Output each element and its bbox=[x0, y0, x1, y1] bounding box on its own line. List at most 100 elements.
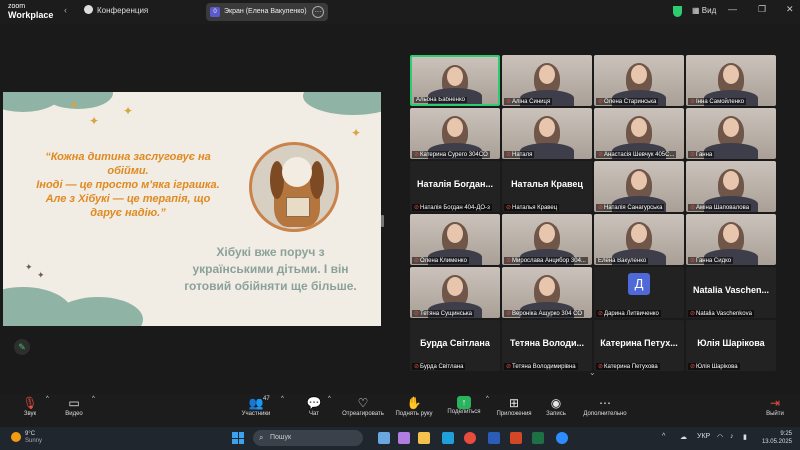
presentation-slide: ✦ ✦ ✦ ✦ ✦ ✦ “Кожна дитина заслуговує на … bbox=[3, 92, 381, 326]
participant-tile[interactable]: Natalia Vaschen... ⊘Natalia Vaschenkova bbox=[686, 267, 776, 318]
participant-tile[interactable]: ⊘Аміна Шаповалова bbox=[686, 161, 776, 212]
view-button[interactable]: ▦ Вид bbox=[692, 6, 716, 15]
participant-tile[interactable]: Бурда Світлана ⊘Бурда Світлана bbox=[410, 320, 500, 371]
participant-tile[interactable]: ⊘Наталя bbox=[502, 108, 592, 159]
star-icon: ✦ bbox=[89, 114, 100, 128]
participant-tile[interactable]: Наталья Кравец ⊘Наталья Кравец bbox=[502, 161, 592, 212]
participant-tile[interactable]: Юлія Шарікова ⊘Юлія Шарікова bbox=[686, 320, 776, 371]
temperature: 9°C bbox=[25, 431, 36, 437]
participants-chevron-icon[interactable]: ^ bbox=[281, 396, 284, 402]
taskbar-search[interactable]: ⌕ Пошук bbox=[253, 430, 363, 446]
chrome-icon[interactable] bbox=[464, 432, 476, 444]
react-button[interactable]: ♡ Отреагировать bbox=[340, 396, 386, 417]
participant-tile[interactable]: ⊘Ганна bbox=[686, 108, 776, 159]
system-clock[interactable]: 9:25 13.05.2025 bbox=[752, 430, 792, 446]
close-button[interactable]: ✕ bbox=[786, 4, 794, 15]
participant-tile[interactable]: ⊘Олена Клименко bbox=[410, 214, 500, 265]
file-explorer-icon[interactable] bbox=[418, 432, 430, 444]
participant-tile[interactable]: Д ⊘Дарина Литвиченко bbox=[594, 267, 684, 318]
resize-handle[interactable] bbox=[381, 215, 384, 227]
powerpoint-icon[interactable] bbox=[510, 432, 522, 444]
cloud-icon[interactable]: ☁ bbox=[680, 433, 687, 441]
participant-tile[interactable]: Катерина Петух... ⊘Катерина Петухова bbox=[594, 320, 684, 371]
participant-tile[interactable]: ⊘Мирослава Анцибор 304... bbox=[502, 214, 592, 265]
video-options-chevron-icon[interactable]: ^ bbox=[92, 396, 95, 402]
gallery-scroll-down-icon[interactable]: ⌄ bbox=[589, 368, 596, 377]
mic-muted-icon: ⊘ bbox=[414, 311, 420, 317]
participant-display-name: Катерина Петух... bbox=[600, 338, 678, 348]
participant-tile[interactable]: ⊘Олена Старинська bbox=[594, 55, 684, 106]
excel-icon[interactable] bbox=[532, 432, 544, 444]
mic-muted-icon: ⊘ bbox=[414, 152, 420, 158]
participant-tile[interactable]: Тетяна Володи... ⊘Тетяна Володимирівна bbox=[502, 320, 592, 371]
zoom-app-icon[interactable] bbox=[556, 432, 568, 444]
share-chevron-icon[interactable]: ^ bbox=[486, 396, 489, 402]
apps-label: Приложения bbox=[496, 411, 532, 417]
participant-tile[interactable]: ⊘Наталія Санагурська bbox=[594, 161, 684, 212]
restore-button[interactable]: ❐ bbox=[758, 4, 766, 15]
word-icon[interactable] bbox=[488, 432, 500, 444]
minimize-button[interactable]: — bbox=[728, 4, 737, 14]
apps-button[interactable]: ⊞ Приложения bbox=[494, 396, 534, 417]
participant-name: Аліна Синиця bbox=[512, 99, 551, 105]
video-feed-face bbox=[539, 277, 555, 296]
wifi-icon[interactable]: ◠ bbox=[717, 433, 723, 441]
participant-tile[interactable]: ⊘Аліна Синиця bbox=[502, 55, 592, 106]
participant-name-label: ⊘Інна Самойленко bbox=[688, 98, 747, 105]
more-label: Дополнительно bbox=[583, 411, 627, 417]
book-prop bbox=[286, 197, 310, 217]
volume-icon[interactable]: ♪ bbox=[730, 433, 734, 440]
security-shield-icon[interactable] bbox=[673, 6, 682, 17]
participant-tile[interactable]: Наталія Богдан... ⊘Наталія Богдан 404-ДО-… bbox=[410, 161, 500, 212]
mic-muted-icon: ⊘ bbox=[690, 364, 696, 370]
tray-overflow-chevron-icon[interactable]: ^ bbox=[662, 433, 665, 440]
participant-tile[interactable]: ⊘Ганна Сидко bbox=[686, 214, 776, 265]
share-status-icon: 0 bbox=[210, 7, 220, 17]
subtitle-line: Хібукі вже поруч з bbox=[216, 245, 325, 259]
screen-share-indicator[interactable]: 0 Экран (Елена Вакуленко) … bbox=[206, 3, 328, 21]
chat-label: Чат bbox=[309, 411, 319, 417]
quote-line: Але з Хібукі — це терапія, що bbox=[45, 193, 211, 205]
conference-label: Конференция bbox=[97, 6, 149, 15]
apps-grid-icon: ⊞ bbox=[508, 396, 520, 410]
participant-tile[interactable]: Альона Бабненко bbox=[410, 55, 500, 106]
chevron-left-icon[interactable]: ‹ bbox=[64, 5, 67, 15]
conference-menu[interactable]: Конференция bbox=[84, 5, 148, 15]
grid-icon: ▦ bbox=[692, 6, 700, 15]
leave-button[interactable]: ⇥ Выйти bbox=[764, 396, 786, 417]
participant-name-label: ⊘Наталья Кравец bbox=[504, 204, 560, 211]
video-button[interactable]: ▭ Видео bbox=[62, 396, 86, 417]
windows-start-icon[interactable] bbox=[232, 432, 244, 444]
participant-tile[interactable]: ⊘Тетяна Сущинська bbox=[410, 267, 500, 318]
share-button[interactable]: ↑ Поделиться bbox=[444, 396, 484, 415]
audio-button[interactable]: 🎙 Звук bbox=[20, 396, 40, 417]
subtitle-line: українськими дітьми. І він bbox=[192, 262, 349, 276]
participant-name-label: ⊘Тетяна Володимирівна bbox=[504, 363, 578, 370]
participant-name: Інна Самойленко bbox=[696, 99, 745, 105]
annotate-pen-icon[interactable]: ✎ bbox=[14, 339, 30, 355]
chat-button[interactable]: 💬 Чат bbox=[305, 396, 323, 417]
subtitle-line: готовий обійняти ще більше. bbox=[184, 279, 357, 293]
video-feed-face bbox=[631, 118, 647, 137]
more-options-icon[interactable]: … bbox=[312, 6, 324, 18]
mic-muted-icon: 🎙 bbox=[22, 396, 38, 410]
more-button[interactable]: ⋯ Дополнительно bbox=[580, 396, 630, 417]
battery-icon[interactable]: ▮ bbox=[743, 433, 747, 441]
participant-tile[interactable]: ⊘Вероніка Ащурко 304 CO bbox=[502, 267, 592, 318]
audio-options-chevron-icon[interactable]: ^ bbox=[46, 396, 49, 402]
language-indicator[interactable]: УКР bbox=[697, 433, 710, 440]
participant-tile[interactable]: ⊘Анастасія Шевчук 405C... bbox=[594, 108, 684, 159]
heart-icon: ♡ bbox=[357, 396, 369, 410]
participant-tile[interactable]: ⊘Катерина Сурего 304CO bbox=[410, 108, 500, 159]
participant-tile[interactable]: ⊘Інна Самойленко bbox=[686, 55, 776, 106]
chat-chevron-icon[interactable]: ^ bbox=[328, 396, 331, 402]
edge-icon[interactable] bbox=[442, 432, 454, 444]
task-view-icon[interactable] bbox=[378, 432, 390, 444]
copilot-icon[interactable] bbox=[398, 432, 410, 444]
record-button[interactable]: ◉ Запись bbox=[544, 396, 568, 417]
raise-hand-button[interactable]: ✋ Поднять руку bbox=[392, 396, 436, 417]
participant-tile[interactable]: Елена Вакуленко bbox=[594, 214, 684, 265]
participant-name: Анастасія Шевчук 405C... bbox=[604, 152, 675, 158]
participant-avatar: Д bbox=[628, 273, 650, 295]
participant-display-name: Natalia Vaschen... bbox=[692, 285, 770, 295]
